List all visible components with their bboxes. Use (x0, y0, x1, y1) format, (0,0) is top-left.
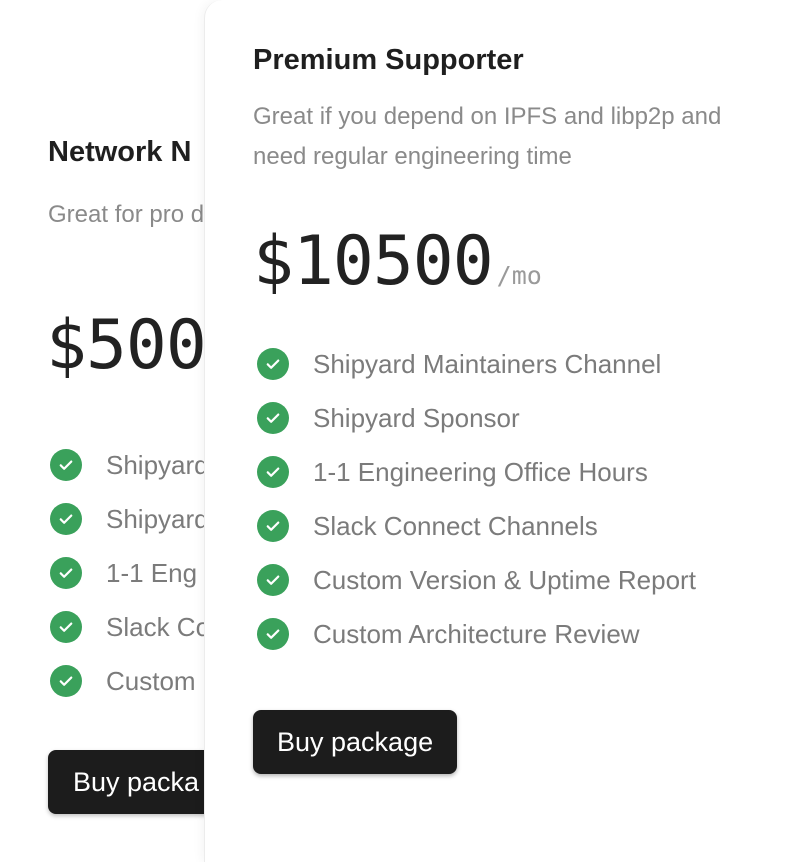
feature-label: Slack Connect Channels (313, 510, 598, 541)
feature-item: Custom Version & Uptime Report (257, 553, 696, 607)
check-circle-icon (50, 503, 82, 535)
plan-card-premium-supporter: Premium Supporter Great if you depend on… (204, 0, 796, 862)
feature-list: Shipyard Shipyard 1-1 Eng Slack Co Custo… (50, 438, 210, 708)
check-circle-icon (257, 510, 289, 542)
feature-item: Custom (50, 654, 210, 708)
price-period: /mo (496, 261, 542, 290)
check-circle-icon (50, 665, 82, 697)
check-circle-icon (50, 557, 82, 589)
price-row: $10500 /mo (253, 222, 542, 301)
pricing-section: Network N Great for pro dependency $500 … (0, 0, 796, 862)
plan-title: Network N (48, 136, 192, 168)
check-circle-icon (50, 611, 82, 643)
plan-price: $500 (46, 306, 207, 385)
feature-label: Shipyard (106, 503, 209, 534)
feature-label: Shipyard Maintainers Channel (313, 348, 662, 379)
feature-label: Slack Co (106, 611, 211, 642)
feature-item: Slack Co (50, 600, 210, 654)
feature-label: 1-1 Engineering Office Hours (313, 456, 648, 487)
buy-package-button[interactable]: Buy package (253, 710, 458, 774)
feature-label: Custom Architecture Review (313, 618, 640, 649)
feature-item: Slack Connect Channels (257, 499, 696, 553)
plan-description: Great if you depend on IPFS and libp2p a… (253, 103, 722, 170)
check-circle-icon (257, 402, 289, 434)
feature-item: Shipyard Maintainers Channel (257, 337, 696, 391)
feature-item: Shipyard (50, 438, 210, 492)
feature-label: Shipyard Sponsor (313, 402, 520, 433)
feature-item: 1-1 Engineering Office Hours (257, 445, 696, 499)
feature-item: Shipyard (50, 492, 210, 546)
feature-label: 1-1 Eng (106, 557, 198, 588)
plan-price: $10500 (253, 222, 494, 301)
check-circle-icon (257, 618, 289, 650)
check-circle-icon (257, 456, 289, 488)
check-circle-icon (50, 449, 82, 481)
feature-item: Shipyard Sponsor (257, 391, 696, 445)
feature-label: Shipyard (106, 449, 209, 480)
feature-label: Custom Version & Uptime Report (313, 564, 696, 595)
feature-label: Custom (106, 665, 196, 696)
feature-item: Custom Architecture Review (257, 607, 696, 661)
check-circle-icon (257, 348, 289, 380)
feature-item: 1-1 Eng (50, 546, 210, 600)
feature-list: Shipyard Maintainers Channel Shipyard Sp… (257, 337, 696, 661)
plan-title: Premium Supporter (253, 44, 524, 76)
check-circle-icon (257, 564, 289, 596)
